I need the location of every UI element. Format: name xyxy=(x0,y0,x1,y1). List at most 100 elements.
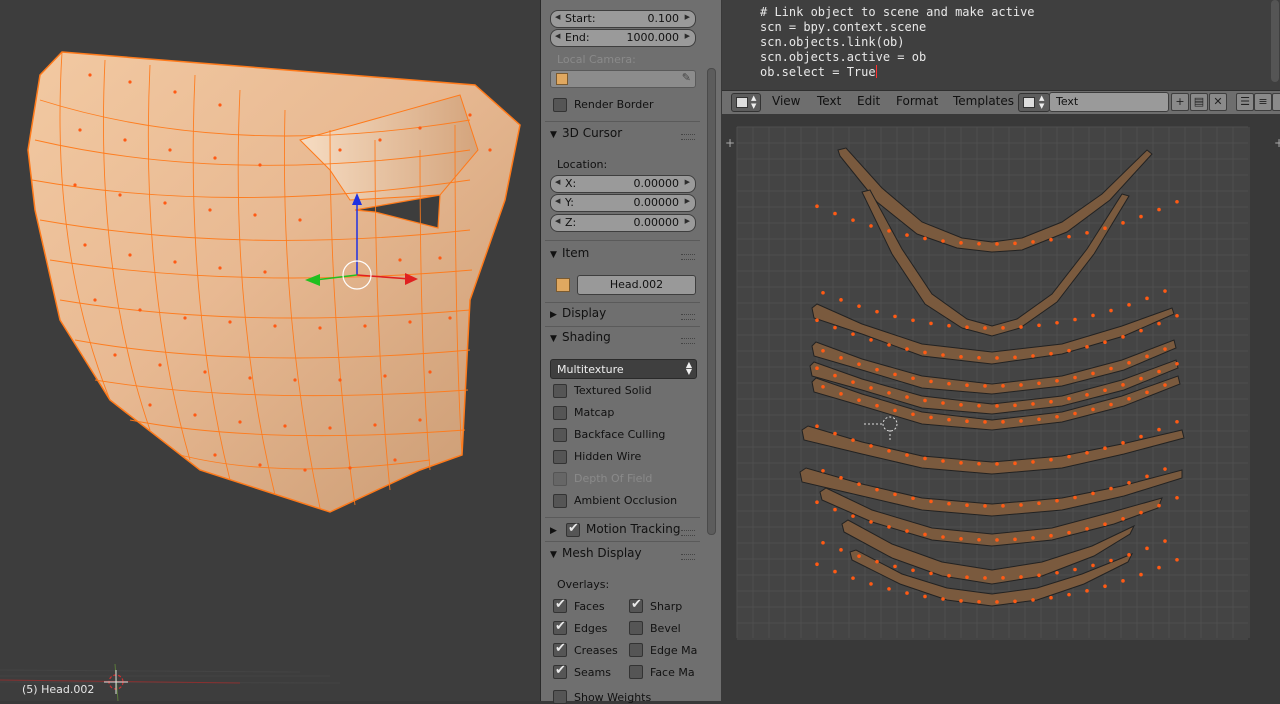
collapse-triangle-icon: ▼ xyxy=(550,334,557,344)
updown-arrows-icon: ▲ ▼ xyxy=(685,360,692,376)
properties-scrollbar[interactable] xyxy=(706,0,716,701)
open-folder-icon[interactable]: ▤ xyxy=(1190,93,1208,111)
text-editor-scrollbar[interactable] xyxy=(1271,0,1279,82)
face-marks-checkbox[interactable] xyxy=(629,665,643,679)
eyedropper-icon[interactable]: ✎ xyxy=(682,71,691,84)
motion-tracking-checkbox[interactable] xyxy=(566,521,580,537)
collapse-triangle-icon: ▼ xyxy=(550,130,557,140)
cursor-x-field[interactable]: ◀ X: 0.00000 ▶ xyxy=(550,175,696,193)
panel-shading-header[interactable]: ▼ Shading xyxy=(550,330,611,344)
bevel-label: Bevel xyxy=(650,622,681,635)
matcap-checkbox[interactable] xyxy=(553,406,567,420)
collapse-triangle-icon: ▼ xyxy=(550,550,557,560)
syntax-highlight-icon[interactable] xyxy=(1272,93,1280,111)
textured-solid-checkbox[interactable] xyxy=(553,384,567,398)
cursor-y-field[interactable]: ◀ Y: 0.00000 ▶ xyxy=(550,194,696,212)
unlink-x-icon[interactable]: ✕ xyxy=(1209,93,1227,111)
increment-arrow-icon[interactable]: ▶ xyxy=(685,32,690,40)
uv-editor[interactable]: + + xyxy=(722,114,1280,701)
decrement-arrow-icon[interactable]: ◀ xyxy=(555,13,560,21)
drag-grip-icon[interactable] xyxy=(681,134,695,140)
text-datablock-name-field[interactable]: Text xyxy=(1049,92,1169,112)
code-line: scn.objects.link(ob) xyxy=(760,35,905,49)
drag-grip-icon[interactable] xyxy=(681,530,695,536)
code-line: ob.select = True xyxy=(760,65,876,79)
show-weights-label: Show Weights xyxy=(574,691,652,704)
overlays-label: Overlays: xyxy=(557,578,610,591)
decrement-arrow-icon[interactable]: ◀ xyxy=(555,178,560,186)
panel-3d-cursor-header[interactable]: ▼ 3D Cursor xyxy=(550,126,622,140)
hidden-wire-checkbox[interactable] xyxy=(553,450,567,464)
decrement-arrow-icon[interactable]: ◀ xyxy=(555,217,560,225)
menu-view[interactable]: View xyxy=(772,94,800,108)
depth-of-field-label: Depth Of Field xyxy=(574,472,653,485)
divider xyxy=(545,240,700,241)
textured-solid-label: Textured Solid xyxy=(574,384,652,397)
new-text-plus-icon[interactable]: + xyxy=(1171,93,1189,111)
sharp-checkbox[interactable] xyxy=(629,597,643,613)
word-wrap-icon[interactable]: ≡ xyxy=(1254,93,1272,111)
clip-end-field[interactable]: ◀ End: 1000.000 ▶ xyxy=(550,29,696,47)
face-marks-label: Face Ma xyxy=(650,666,695,679)
object-name-field[interactable]: Head.002 xyxy=(577,275,696,295)
increment-arrow-icon[interactable]: ▶ xyxy=(685,217,690,225)
local-camera-field[interactable]: ✎ xyxy=(550,70,696,88)
svg-text:+: + xyxy=(725,136,735,150)
ambient-occlusion-label: Ambient Occlusion xyxy=(574,494,678,507)
local-camera-label: Local Camera: xyxy=(557,53,636,66)
increment-arrow-icon[interactable]: ▶ xyxy=(685,197,690,205)
text-document-icon xyxy=(1023,97,1035,108)
cursor-z-field[interactable]: ◀ Z: 0.00000 ▶ xyxy=(550,214,696,232)
3d-viewport[interactable]: (5) Head.002 xyxy=(0,0,540,701)
menu-templates[interactable]: Templates xyxy=(953,94,1014,108)
panel-item-header[interactable]: ▼ Item xyxy=(550,246,589,260)
render-border-checkbox[interactable] xyxy=(553,98,567,112)
scrollbar-thumb[interactable] xyxy=(707,68,716,535)
menu-edit[interactable]: Edit xyxy=(857,94,880,108)
divider xyxy=(545,541,700,542)
seams-label: Seams xyxy=(574,666,611,679)
decrement-arrow-icon[interactable]: ◀ xyxy=(555,197,560,205)
creases-checkbox[interactable] xyxy=(553,641,567,657)
bevel-checkbox[interactable] xyxy=(629,621,643,635)
edges-checkbox[interactable] xyxy=(553,619,567,635)
faces-checkbox[interactable] xyxy=(553,597,567,613)
motion-tracking-label: Motion Tracking xyxy=(586,522,681,536)
drag-grip-icon[interactable] xyxy=(681,554,695,560)
faces-label: Faces xyxy=(574,600,605,613)
drag-grip-icon[interactable] xyxy=(681,254,695,260)
show-weights-checkbox[interactable] xyxy=(553,690,567,704)
edges-label: Edges xyxy=(574,622,608,635)
mesh-render xyxy=(0,51,521,701)
text-browse-button[interactable]: ▲ ▼ xyxy=(1018,93,1050,112)
drag-grip-icon[interactable] xyxy=(681,314,695,320)
increment-arrow-icon[interactable]: ▶ xyxy=(685,13,690,21)
menu-text[interactable]: Text xyxy=(817,94,841,108)
editor-type-button[interactable]: ▲ ▼ xyxy=(731,93,761,112)
edge-marks-checkbox[interactable] xyxy=(629,643,643,657)
backface-culling-checkbox[interactable] xyxy=(553,428,567,442)
panel-motion-tracking-header[interactable]: ▶ xyxy=(550,522,562,536)
divider xyxy=(545,121,700,122)
code-line: scn.objects.active = ob xyxy=(760,50,927,64)
expand-triangle-icon: ▶ xyxy=(550,526,557,536)
panel-display-header[interactable]: ▶ Display xyxy=(550,306,606,320)
divider xyxy=(545,326,700,327)
code-area[interactable]: # Link object to scene and make active s… xyxy=(760,5,1035,80)
increment-arrow-icon[interactable]: ▶ xyxy=(685,178,690,186)
backface-culling-label: Backface Culling xyxy=(574,428,666,441)
decrement-arrow-icon[interactable]: ◀ xyxy=(555,32,560,40)
updown-arrows-icon: ▲ ▼ xyxy=(751,94,757,110)
line-numbers-icon[interactable]: ☰ xyxy=(1236,93,1254,111)
updown-arrows-icon: ▲ ▼ xyxy=(1039,94,1045,110)
drag-grip-icon[interactable] xyxy=(681,338,695,344)
seams-checkbox[interactable] xyxy=(553,663,567,679)
divider xyxy=(545,302,700,303)
clip-start-field[interactable]: ◀ Start: 0.100 ▶ xyxy=(550,10,696,28)
mesh-object-icon xyxy=(556,278,570,292)
shading-mode-select[interactable]: Multitexture ▲ ▼ xyxy=(550,359,697,379)
panel-mesh-display-header[interactable]: ▼ Mesh Display xyxy=(550,546,642,560)
menu-format[interactable]: Format xyxy=(896,94,938,108)
render-border-label: Render Border xyxy=(574,98,654,111)
ambient-occlusion-checkbox[interactable] xyxy=(553,494,567,508)
